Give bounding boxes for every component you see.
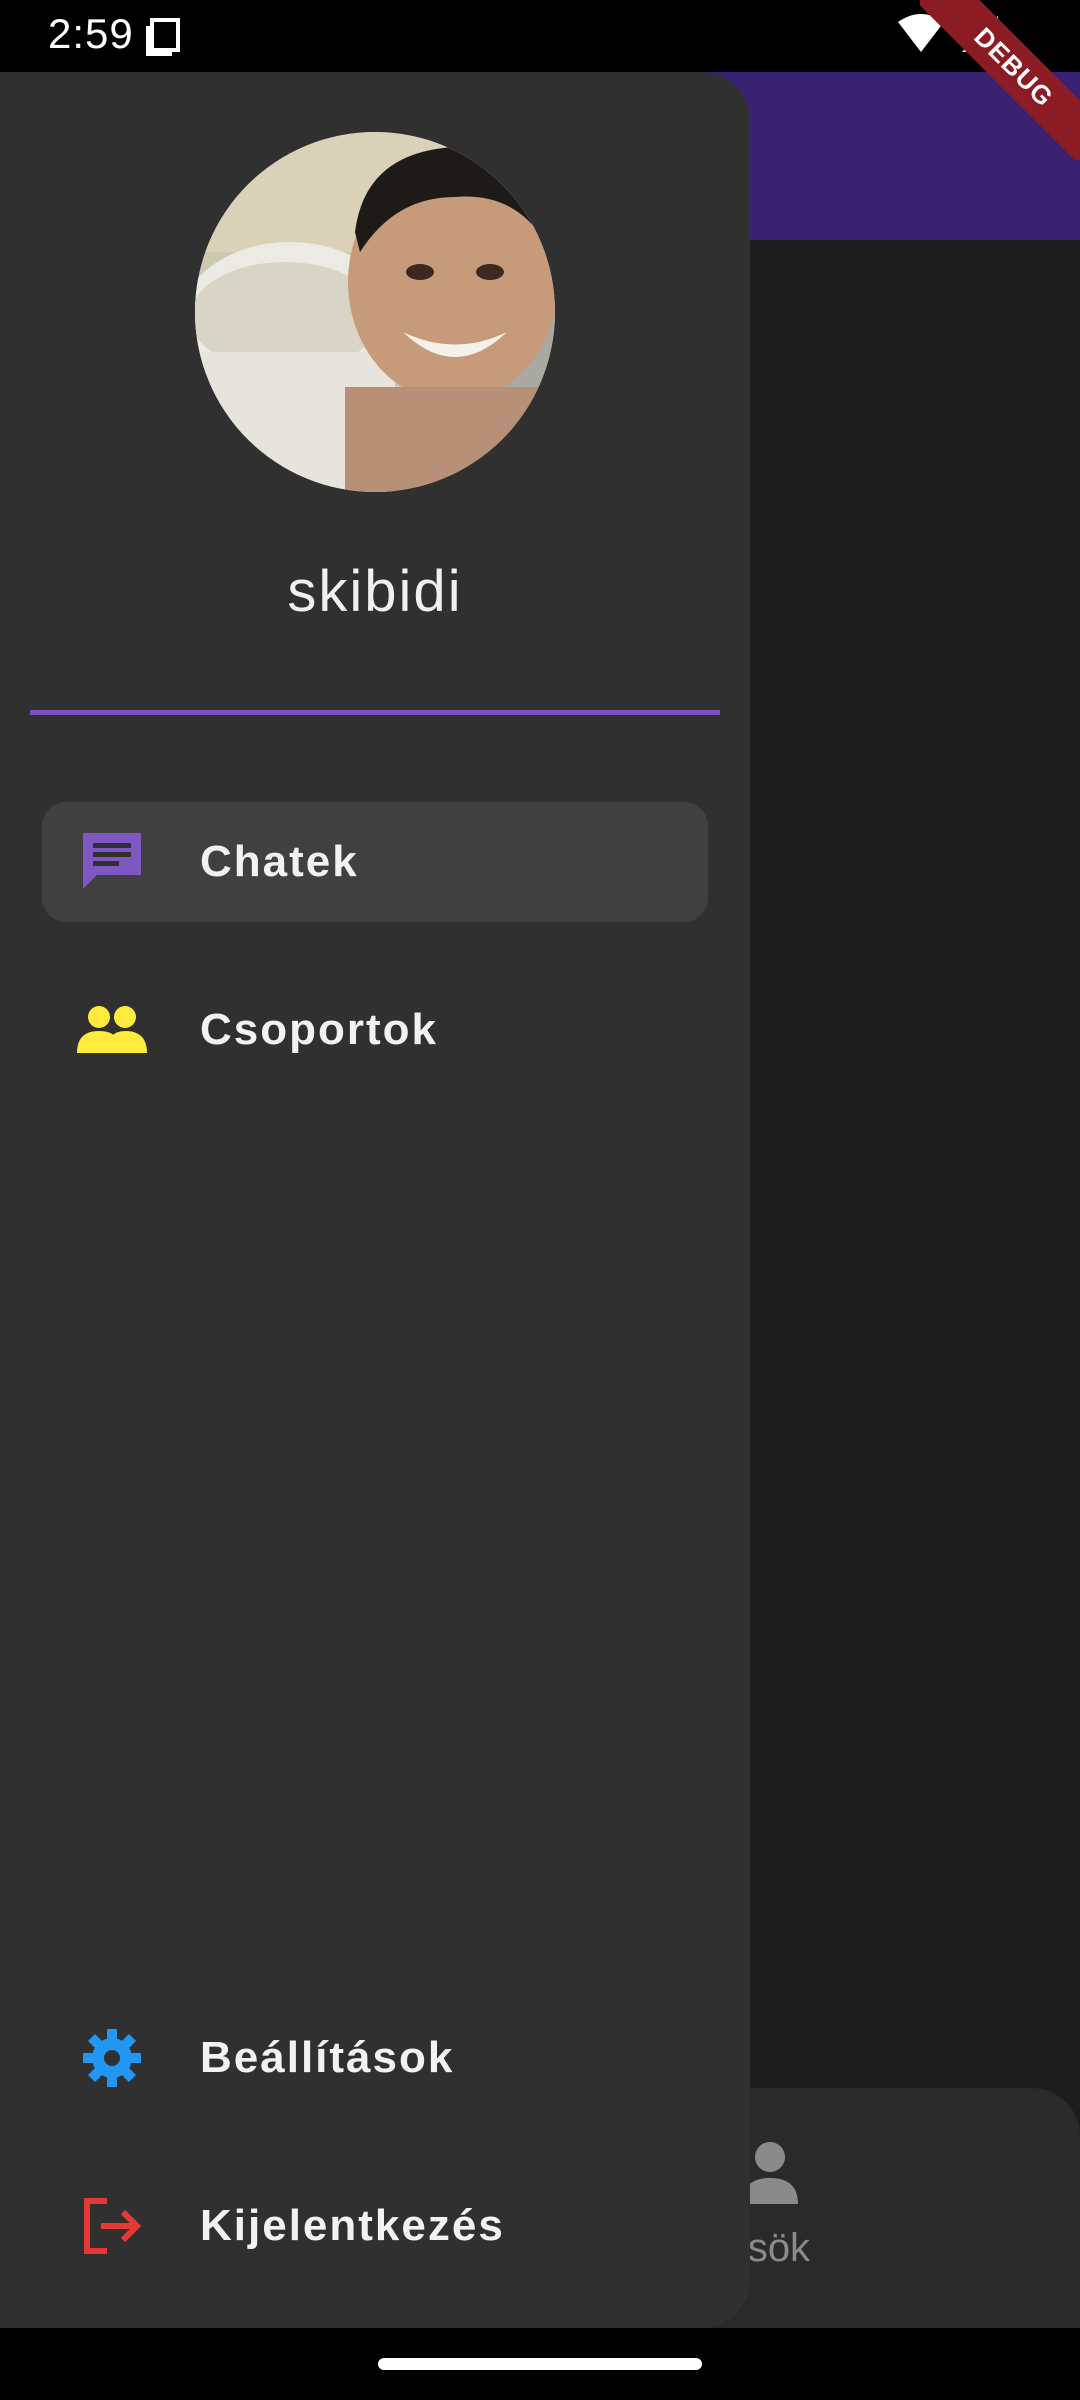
drawer-item-label: Chatek [200,837,359,886]
drawer-username: skibidi [287,559,463,624]
avatar[interactable] [195,132,555,492]
debug-banner: DEBUG [920,0,1080,160]
debug-banner-wrap: DEBUG [920,0,1080,160]
drawer-item-settings[interactable]: Beállítások [42,1998,708,2118]
system-navigation-bar [0,2328,1080,2400]
groups-icon [64,982,160,1078]
home-gesture-handle[interactable] [378,2358,702,2370]
logout-icon [64,2178,160,2274]
chat-icon [64,814,160,910]
drawer-item-logout[interactable]: Kijelentkezés [42,2166,708,2286]
status-time: 2:59 [48,10,134,57]
status-bar: 2:59 [0,0,1080,72]
drawer-divider [30,710,720,715]
navigation-drawer: skibidi Chatek Csoportok Beállítások Kij… [0,72,750,2328]
drawer-item-label: Csoportok [200,1005,438,1054]
screenshot-icon [144,16,184,61]
drawer-item-label: Beállítások [200,2033,455,2082]
settings-icon [64,2010,160,2106]
drawer-item-groups[interactable]: Csoportok [42,970,708,1090]
drawer-item-chats[interactable]: Chatek [42,802,708,922]
drawer-item-label: Kijelentkezés [200,2201,505,2250]
